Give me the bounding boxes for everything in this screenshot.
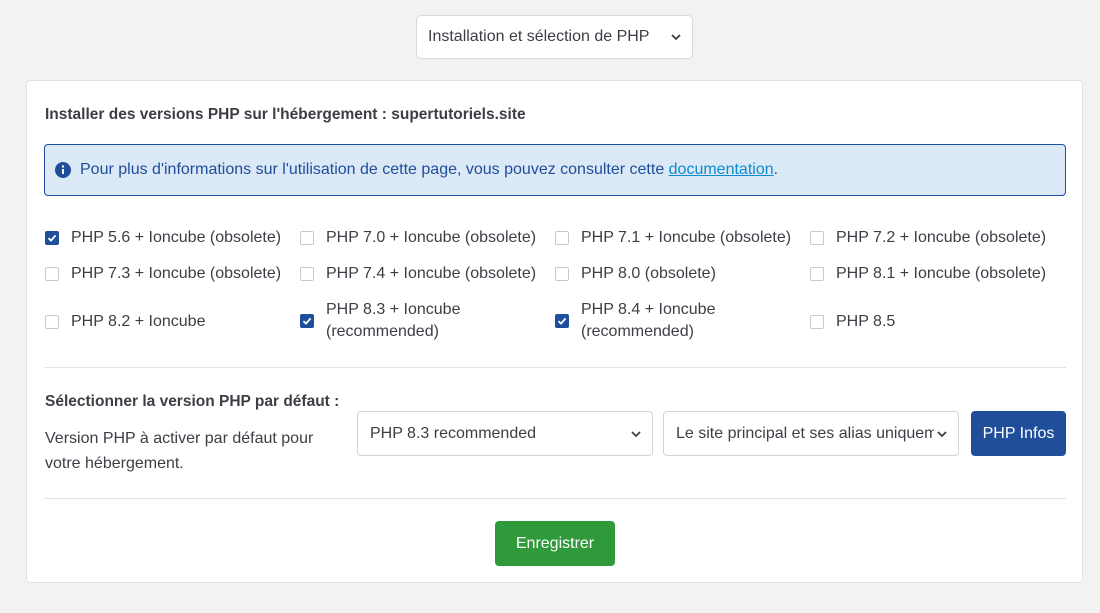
php-version-option[interactable]: PHP 8.5 <box>810 311 895 333</box>
info-icon <box>55 162 71 178</box>
php-version-label: PHP 8.1 + Ioncube (obsolete) <box>836 265 1047 282</box>
php-version-label: PHP 7.3 + Ioncube (obsolete) <box>71 265 282 282</box>
chevron-down-icon <box>936 428 948 440</box>
checkbox[interactable] <box>300 314 314 328</box>
php-install-panel: Installer des versions PHP sur l'héberge… <box>26 80 1083 583</box>
php-version-label: PHP 8.2 + Ioncube <box>71 313 206 330</box>
checkbox[interactable] <box>45 267 59 281</box>
panel-title: Installer des versions PHP sur l'héberge… <box>45 106 526 123</box>
page-select-value: Installation et sélection de PHP <box>428 28 650 45</box>
divider <box>44 498 1066 499</box>
php-version-label: PHP 8.4 + Ioncube (recommended) <box>581 301 716 340</box>
php-version-option[interactable]: PHP 8.0 (obsolete) <box>555 263 716 285</box>
php-version-label: PHP 8.0 (obsolete) <box>581 265 716 282</box>
php-infos-button[interactable]: PHP Infos <box>971 411 1066 456</box>
checkbox[interactable] <box>810 231 824 245</box>
chevron-down-icon <box>670 31 682 43</box>
chevron-down-icon <box>630 428 642 440</box>
default-version-title: Sélectionner la version PHP par défaut : <box>45 393 340 410</box>
php-version-option[interactable]: PHP 8.1 + Ioncube (obsolete) <box>810 263 1046 285</box>
php-version-label: PHP 7.2 + Ioncube (obsolete) <box>836 229 1047 246</box>
php-version-label: PHP 8.3 + Ioncube (recommended) <box>326 301 461 340</box>
php-version-option[interactable]: PHP 8.3 + Ioncube (recommended) <box>300 299 500 343</box>
checkbox[interactable] <box>300 231 314 245</box>
php-version-select[interactable]: PHP 8.3 recommended <box>357 411 653 456</box>
php-version-label: PHP 7.4 + Ioncube (obsolete) <box>326 265 537 282</box>
scope-select[interactable]: Le site principal et ses alias uniquemen… <box>663 411 959 456</box>
default-version-description: Version PHP à activer par défaut pour vo… <box>45 430 314 472</box>
php-version-option[interactable]: PHP 7.1 + Ioncube (obsolete) <box>555 227 791 249</box>
php-version-label: PHP 8.5 <box>836 313 896 330</box>
page-select[interactable]: Installation et sélection de PHP <box>416 15 693 59</box>
info-alert: Pour plus d'informations sur l'utilisati… <box>44 144 1066 196</box>
alert-suffix: . <box>773 161 779 178</box>
scope-select-value: Le site principal et ses alias uniquemen… <box>676 424 934 442</box>
php-version-option[interactable]: PHP 7.0 + Ioncube (obsolete) <box>300 227 536 249</box>
php-version-option[interactable]: PHP 7.2 + Ioncube (obsolete) <box>810 227 1046 249</box>
php-version-label: PHP 7.1 + Ioncube (obsolete) <box>581 229 792 246</box>
php-version-option[interactable]: PHP 8.2 + Ioncube <box>45 311 205 333</box>
php-version-label: PHP 7.0 + Ioncube (obsolete) <box>326 229 537 246</box>
checkbox[interactable] <box>45 231 59 245</box>
php-version-option[interactable]: PHP 8.4 + Ioncube (recommended) <box>555 299 755 343</box>
checkbox[interactable] <box>810 267 824 281</box>
checkbox[interactable] <box>555 231 569 245</box>
php-version-select-value: PHP 8.3 recommended <box>370 424 537 442</box>
documentation-link[interactable]: documentation <box>669 161 774 178</box>
divider <box>44 367 1066 368</box>
php-version-option[interactable]: PHP 7.3 + Ioncube (obsolete) <box>45 263 281 285</box>
alert-text: Pour plus d'informations sur l'utilisati… <box>80 161 669 178</box>
php-version-option[interactable]: PHP 7.4 + Ioncube (obsolete) <box>300 263 536 285</box>
checkbox[interactable] <box>555 314 569 328</box>
checkbox[interactable] <box>555 267 569 281</box>
checkbox[interactable] <box>300 267 314 281</box>
php-version-option[interactable]: PHP 5.6 + Ioncube (obsolete) <box>45 227 281 249</box>
checkbox[interactable] <box>810 315 824 329</box>
save-button[interactable]: Enregistrer <box>495 521 615 566</box>
checkbox[interactable] <box>45 315 59 329</box>
php-version-label: PHP 5.6 + Ioncube (obsolete) <box>71 229 282 246</box>
